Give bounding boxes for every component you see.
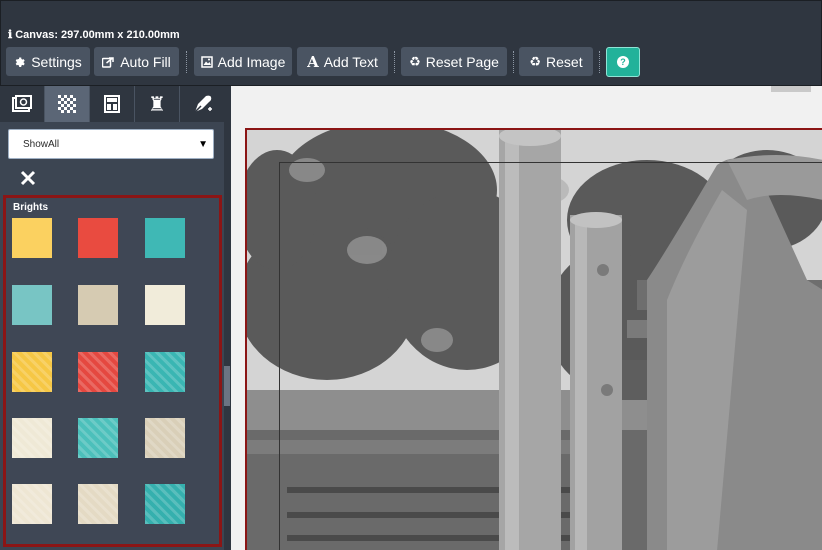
reset-button[interactable]: ♻ Reset [519, 47, 593, 76]
swatch-beige[interactable] [78, 285, 118, 325]
swatch-cream-stripes[interactable] [12, 484, 52, 524]
safe-area-guide [279, 162, 822, 550]
filter-select-value: ShowAll [23, 138, 60, 150]
checkerboard-icon [58, 95, 76, 113]
scrollbar-thumb[interactable] [224, 366, 230, 406]
swatch-yellow[interactable] [12, 218, 52, 258]
swatch-teal-pattern[interactable] [145, 352, 185, 392]
section-title: Brights [13, 202, 48, 213]
toolbar-separator [186, 51, 188, 73]
settings-button[interactable]: Settings [6, 47, 90, 76]
swatch-teal-texture[interactable] [78, 418, 118, 458]
swatch-light-teal[interactable] [12, 285, 52, 325]
reset-label: Reset [546, 53, 583, 70]
swatch-red-pattern[interactable] [78, 352, 118, 392]
canvas-page[interactable] [245, 128, 822, 550]
gear-icon [14, 56, 26, 68]
dropdown-caret-icon: ▼ [198, 139, 208, 150]
canvas-size-label: Canvas: 297.00mm x 210.00mm [15, 28, 180, 41]
settings-label: Settings [31, 53, 82, 70]
toolbar-separator [394, 51, 396, 73]
reset-page-label: Reset Page [425, 53, 499, 70]
image-icon [200, 55, 213, 68]
add-text-button[interactable]: A Add Text [297, 47, 388, 76]
add-text-label: Add Text [323, 53, 378, 70]
pen-icon [193, 94, 213, 114]
text-icon: A [307, 52, 319, 71]
close-icon [20, 170, 36, 191]
filter-select[interactable]: ShowAll ▼ [8, 129, 214, 159]
recycle-icon: ♻ [409, 53, 421, 69]
toolbar-separator [599, 51, 601, 73]
swatch-teal[interactable] [145, 218, 185, 258]
swatch-red[interactable] [78, 218, 118, 258]
panel-tabs: ♜ [0, 86, 230, 122]
add-image-label: Add Image [217, 53, 286, 70]
auto-fill-button[interactable]: Auto Fill [94, 47, 179, 76]
swatch-teal-dots[interactable] [145, 484, 185, 524]
photos-icon [12, 95, 32, 113]
tab-backgrounds[interactable] [45, 86, 90, 122]
auto-fill-label: Auto Fill [120, 53, 171, 70]
tab-layouts[interactable] [90, 86, 135, 122]
swatch-cream-illustration[interactable] [12, 418, 52, 458]
recycle-icon: ♻ [529, 53, 542, 69]
left-panel: ♜ ShowAll ▼ Brights [0, 86, 230, 550]
swatch-cream[interactable] [145, 285, 185, 325]
panel-scrollbar[interactable] [224, 86, 230, 550]
swatch-beige-feathers[interactable] [78, 484, 118, 524]
help-button[interactable]: ? [606, 47, 640, 77]
close-panel-button[interactable] [16, 168, 40, 192]
swatch-beige-pattern[interactable] [145, 418, 185, 458]
top-toolbar: ℹ Canvas: 297.00mm x 210.00mm Settings A… [0, 0, 822, 86]
add-image-button[interactable]: Add Image [194, 47, 292, 76]
swatch-yellow-pattern[interactable] [12, 352, 52, 392]
rook-icon: ♜ [148, 93, 166, 116]
canvas-info: ℹ Canvas: 297.00mm x 210.00mm [8, 28, 180, 42]
tab-pen[interactable] [180, 86, 225, 122]
stage-scrollbar[interactable] [771, 86, 811, 92]
share-icon [102, 56, 115, 68]
layout-icon [104, 95, 120, 113]
reset-page-button[interactable]: ♻ Reset Page [401, 47, 507, 76]
question-icon: ? [617, 56, 629, 68]
tab-photos[interactable] [0, 86, 45, 122]
swatch-gallery: Brights [3, 195, 222, 547]
toolbar-separator [513, 51, 515, 73]
design-stage [231, 86, 822, 550]
info-icon: ℹ [8, 29, 13, 41]
tab-clipart[interactable]: ♜ [135, 86, 180, 122]
